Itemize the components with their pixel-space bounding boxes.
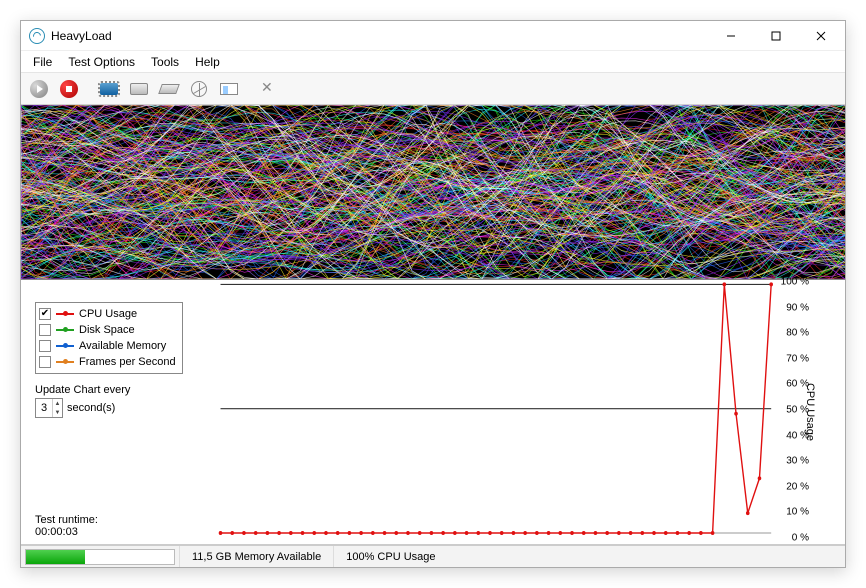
toolbar — [21, 73, 845, 105]
panel-button[interactable] — [215, 76, 243, 102]
statusbar: 11,5 GB Memory Available 100% CPU Usage — [21, 545, 845, 567]
menu-help[interactable]: Help — [187, 53, 228, 71]
y-tick: 30 % — [786, 456, 809, 467]
memory-button[interactable] — [155, 76, 183, 102]
update-interval-input[interactable]: 3 ▲▼ — [35, 398, 63, 418]
legend-label: Disk Space — [79, 324, 135, 336]
minimize-button[interactable] — [708, 22, 753, 50]
menu-file[interactable]: File — [25, 53, 60, 71]
mem-icon — [158, 84, 180, 94]
legend-checkbox[interactable]: ✔ — [39, 308, 51, 320]
y-tick: 100 % — [781, 277, 809, 288]
status-progress — [25, 549, 175, 565]
gpu-visualization — [21, 105, 845, 280]
test-runtime: Test runtime: 00:00:03 — [35, 514, 98, 538]
legend-color-icon — [56, 313, 74, 315]
legend-item[interactable]: ✔ CPU Usage — [39, 306, 176, 322]
settings-button[interactable] — [255, 76, 283, 102]
menu-testoptions[interactable]: Test Options — [60, 53, 143, 71]
legend: ✔ CPU Usage Disk Space Available Memory Fram… — [35, 302, 183, 374]
legend-color-icon — [56, 329, 74, 331]
window-controls — [708, 22, 843, 50]
legend-label: Frames per Second — [79, 356, 176, 368]
legend-item[interactable]: Frames per Second — [39, 354, 176, 370]
update-interval-spinner[interactable]: ▲▼ — [52, 399, 62, 417]
update-interval-control: Update Chart every 3 ▲▼ second(s) — [35, 384, 130, 418]
fps-button[interactable] — [185, 76, 213, 102]
y-tick: 10 % — [786, 507, 809, 518]
update-interval-unit: second(s) — [67, 402, 115, 414]
legend-item[interactable]: Available Memory — [39, 338, 176, 354]
chip-icon — [100, 83, 118, 95]
panel-icon — [220, 83, 238, 95]
legend-checkbox[interactable] — [39, 324, 51, 336]
runtime-label: Test runtime: — [35, 514, 98, 526]
play-icon — [30, 80, 48, 98]
y-tick: 20 % — [786, 481, 809, 492]
legend-item[interactable]: Disk Space — [39, 322, 176, 338]
menu-tools[interactable]: Tools — [143, 53, 187, 71]
titlebar: HeavyLoad — [21, 21, 845, 51]
cpu-button[interactable] — [95, 76, 123, 102]
y-tick: 90 % — [786, 302, 809, 313]
chart-area: ✔ CPU Usage Disk Space Available Memory Fram… — [21, 280, 845, 545]
legend-checkbox[interactable] — [39, 356, 51, 368]
app-window: HeavyLoad File Test Options Tools Help ✔… — [20, 20, 846, 568]
legend-color-icon — [56, 345, 74, 347]
menubar: File Test Options Tools Help — [21, 51, 845, 73]
play-button[interactable] — [25, 76, 53, 102]
update-interval-label: Update Chart every — [35, 384, 130, 396]
app-icon — [29, 28, 45, 44]
fan-icon — [191, 81, 207, 97]
runtime-value: 00:00:03 — [35, 526, 98, 538]
status-cpu: 100% CPU Usage — [333, 546, 447, 567]
legend-checkbox[interactable] — [39, 340, 51, 352]
legend-color-icon — [56, 361, 74, 363]
status-memory: 11,5 GB Memory Available — [179, 546, 333, 567]
y-tick: 70 % — [786, 353, 809, 364]
disk-button[interactable] — [125, 76, 153, 102]
stop-icon — [60, 80, 78, 98]
stop-button[interactable] — [55, 76, 83, 102]
app-title: HeavyLoad — [51, 29, 112, 43]
close-button[interactable] — [798, 22, 843, 50]
disk-icon — [130, 83, 148, 95]
maximize-button[interactable] — [753, 22, 798, 50]
y-axis-label: CPU Usage — [804, 383, 816, 441]
y-tick: 80 % — [786, 328, 809, 339]
y-tick: 0 % — [792, 533, 809, 544]
wrench-icon — [261, 81, 277, 97]
legend-label: CPU Usage — [79, 308, 137, 320]
legend-label: Available Memory — [79, 340, 166, 352]
